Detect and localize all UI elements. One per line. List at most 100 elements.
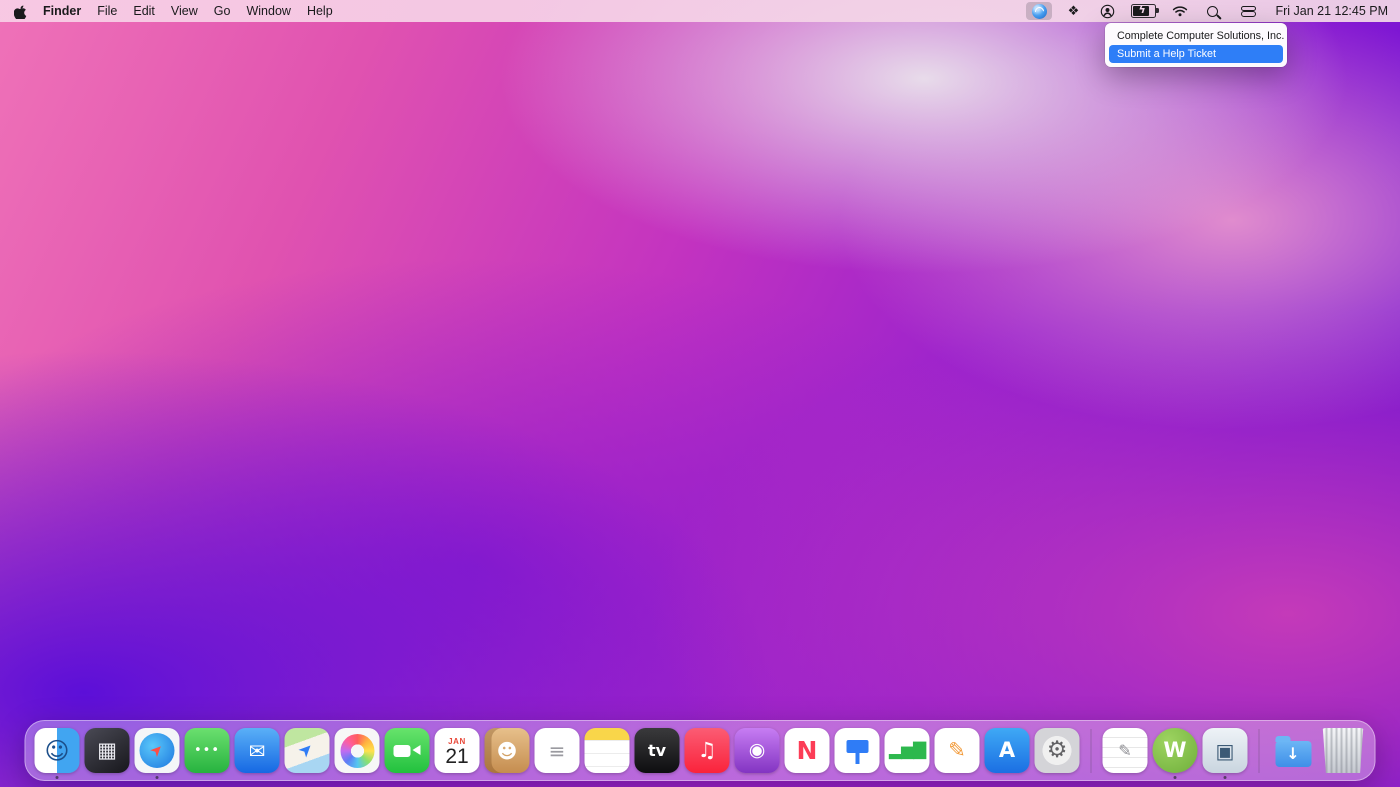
launchpad-icon: ▦ bbox=[84, 728, 130, 773]
running-indicator-dot bbox=[1223, 775, 1227, 779]
appstore-icon: A bbox=[984, 728, 1030, 773]
dock-item-launchpad[interactable]: ▦ bbox=[84, 728, 130, 773]
menu-view[interactable]: View bbox=[171, 4, 198, 18]
dock-item-reminders[interactable]: ≡ bbox=[534, 728, 580, 773]
pages-glyph: ✎ bbox=[948, 738, 966, 762]
sysprefs-glyph: ⚙ bbox=[1046, 737, 1068, 763]
wifi-icon[interactable] bbox=[1167, 2, 1193, 20]
facetime-icon bbox=[384, 728, 430, 773]
dock-item-photos[interactable] bbox=[334, 728, 380, 773]
finder-icon: ☺ bbox=[34, 728, 80, 773]
news-icon: N bbox=[784, 728, 830, 773]
running-indicator-dot bbox=[55, 775, 59, 779]
menu-file[interactable]: File bbox=[97, 4, 117, 18]
battery-glyph: ϟ bbox=[1131, 3, 1159, 18]
dock-item-podcasts[interactable]: ◉ bbox=[734, 728, 780, 773]
control-center-icon[interactable] bbox=[1235, 2, 1261, 20]
apple-logo-icon[interactable] bbox=[14, 4, 27, 19]
mail-glyph: ✉ bbox=[248, 738, 266, 763]
dock-item-pages[interactable]: ✎ bbox=[934, 728, 980, 773]
calendar-day: 21 bbox=[445, 744, 469, 768]
menu-bar-left: Finder File Edit View Go Window Help bbox=[14, 4, 333, 19]
dock-item-mail[interactable]: ✉ bbox=[234, 728, 280, 773]
green-w-app-glyph: W bbox=[1163, 738, 1187, 762]
menu-bar: Finder File Edit View Go Window Help ❖ ϟ Fri Ja… bbox=[0, 0, 1400, 22]
dock-item-appstore[interactable]: A bbox=[984, 728, 1030, 773]
keynote-glyph bbox=[846, 739, 868, 764]
menu-help[interactable]: Help bbox=[307, 4, 333, 18]
user-account-icon[interactable] bbox=[1094, 2, 1120, 20]
maps-glyph: ➤ bbox=[294, 738, 319, 763]
dock-item-keynote[interactable] bbox=[834, 728, 880, 773]
green-w-app-icon: W bbox=[1152, 728, 1198, 773]
downloads-icon: ↓ bbox=[1271, 728, 1316, 773]
pages-icon: ✎ bbox=[934, 728, 980, 773]
status-icons-container: ❖ ϟ bbox=[1026, 2, 1261, 20]
dock-item-numbers[interactable]: ▂▅▇ bbox=[884, 728, 930, 773]
photos-glyph bbox=[340, 733, 374, 768]
dock-item-contacts[interactable]: ☻ bbox=[484, 728, 530, 773]
dock-item-trash[interactable] bbox=[1321, 728, 1366, 773]
textedit-glyph: ✎ bbox=[1118, 740, 1132, 760]
dropdown-item-1[interactable]: Complete Computer Solutions, Inc. bbox=[1109, 27, 1284, 45]
photos-icon bbox=[334, 728, 380, 773]
dock-item-textedit[interactable]: ✎ bbox=[1102, 728, 1148, 773]
news-glyph: N bbox=[796, 736, 818, 765]
menu-bar-clock[interactable]: Fri Jan 21 12:45 PM bbox=[1275, 4, 1388, 18]
reminders-icon: ≡ bbox=[534, 728, 580, 773]
helpdesk-menu-icon[interactable] bbox=[1026, 2, 1053, 20]
control-center-glyph bbox=[1240, 5, 1256, 17]
messages-icon: ••• bbox=[184, 728, 230, 773]
sysprefs-icon: ⚙ bbox=[1034, 728, 1080, 773]
dock-item-remote-device-app[interactable]: ▣ bbox=[1202, 728, 1248, 779]
dock-item-sysprefs[interactable]: ⚙ bbox=[1034, 728, 1080, 773]
menu-finder[interactable]: Finder bbox=[43, 4, 81, 18]
mail-icon: ✉ bbox=[234, 728, 280, 773]
contacts-glyph: ☻ bbox=[496, 738, 518, 763]
dock-item-facetime[interactable] bbox=[384, 728, 430, 773]
remote-device-app-glyph: ▣ bbox=[1215, 738, 1235, 763]
safari-icon: ➤ bbox=[134, 728, 180, 773]
maps-icon: ➤ bbox=[284, 728, 330, 773]
battery-icon[interactable]: ϟ bbox=[1128, 2, 1159, 20]
music-glyph: ♫ bbox=[697, 738, 717, 762]
messages-glyph: ••• bbox=[193, 743, 220, 758]
dock-item-green-w-app[interactable]: W bbox=[1152, 728, 1198, 779]
dock-item-downloads[interactable]: ↓ bbox=[1271, 728, 1316, 773]
menu-window[interactable]: Window bbox=[246, 4, 290, 18]
facetime-glyph bbox=[393, 744, 421, 757]
notes-icon bbox=[584, 728, 630, 773]
dock-item-calendar[interactable]: JAN 21 bbox=[434, 728, 480, 773]
dropbox-icon[interactable]: ❖ bbox=[1060, 2, 1086, 20]
podcasts-icon: ◉ bbox=[734, 728, 780, 773]
music-icon: ♫ bbox=[684, 728, 730, 773]
dock-divider bbox=[1258, 728, 1260, 773]
dock-item-news[interactable]: N bbox=[784, 728, 830, 773]
finder-glyph: ☺ bbox=[44, 736, 70, 765]
appstore-glyph: A bbox=[998, 738, 1016, 762]
spotlight-icon[interactable] bbox=[1201, 2, 1227, 20]
podcasts-glyph: ◉ bbox=[748, 739, 766, 761]
dropbox-glyph: ❖ bbox=[1067, 3, 1080, 19]
helpdesk-dropdown: Complete Computer Solutions, Inc. Submit … bbox=[1105, 23, 1287, 67]
dock-item-maps[interactable]: ➤ bbox=[284, 728, 330, 773]
dock-item-safari[interactable]: ➤ bbox=[134, 728, 180, 779]
contacts-icon: ☻ bbox=[484, 728, 530, 773]
dock-item-finder[interactable]: ☺ bbox=[34, 728, 80, 779]
helpdesk-logo-icon bbox=[1031, 3, 1047, 19]
magnifier-glyph bbox=[1207, 5, 1219, 17]
safari-glyph: ➤ bbox=[134, 728, 180, 773]
dock-item-messages[interactable]: ••• bbox=[184, 728, 230, 773]
reminders-glyph: ≡ bbox=[548, 738, 566, 763]
dropdown-item-2[interactable]: Submit a Help Ticket bbox=[1109, 45, 1283, 63]
desktop-wallpaper bbox=[0, 0, 1400, 787]
dock-item-music[interactable]: ♫ bbox=[684, 728, 730, 773]
menu-edit[interactable]: Edit bbox=[133, 4, 155, 18]
dock-item-appletv[interactable]: tv bbox=[634, 728, 680, 773]
running-indicator-dot bbox=[155, 775, 159, 779]
dock-item-notes[interactable] bbox=[584, 728, 630, 773]
launchpad-glyph: ▦ bbox=[97, 738, 117, 762]
menu-go[interactable]: Go bbox=[214, 4, 231, 18]
appletv-glyph: tv bbox=[647, 740, 667, 760]
downloads-glyph: ↓ bbox=[1275, 735, 1311, 767]
